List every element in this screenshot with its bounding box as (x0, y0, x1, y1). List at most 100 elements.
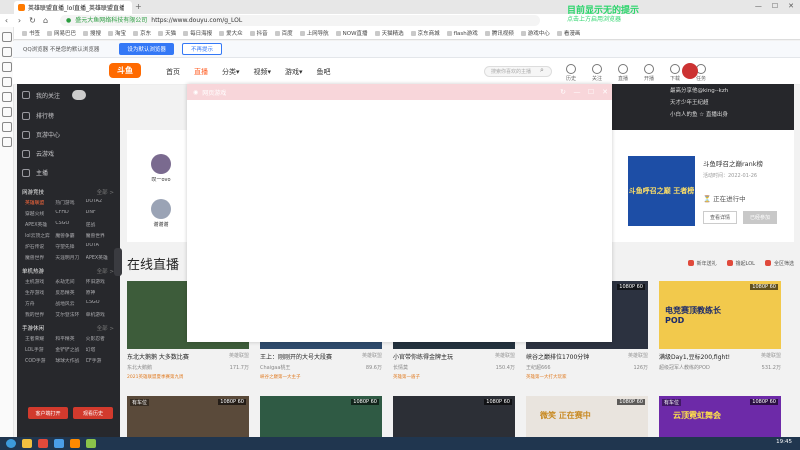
nav-item[interactable]: 分类▾ (222, 67, 240, 77)
game-link[interactable]: 怀旧游戏 (86, 278, 116, 285)
live-card[interactable]: 1080P 60 电竞赛顶教练长 POD 满级Day1,豆标200,fight! 英雄… (659, 281, 781, 374)
home-icon[interactable]: ⌂ (39, 14, 52, 27)
nav-item[interactable]: 鱼吧 (317, 67, 331, 77)
game-link[interactable]: 金铲铲之战 (55, 346, 85, 353)
watch-history-button[interactable]: 观看历史 (73, 407, 113, 419)
game-link[interactable]: DOTA (86, 243, 116, 250)
user-avatar[interactable] (682, 63, 698, 79)
modal-refresh-icon[interactable]: ↻ (556, 88, 570, 96)
sidebar-item[interactable]: 排行榜 (17, 106, 120, 125)
nav-item[interactable]: 视频▾ (254, 67, 272, 77)
favorites-icon[interactable] (1, 32, 12, 42)
nav-item[interactable]: 游戏▾ (285, 67, 303, 77)
start-icon[interactable] (6, 439, 16, 448)
notes-icon[interactable] (1, 77, 12, 87)
download-icon[interactable] (1, 62, 12, 72)
rank-item[interactable]: 天才少年王纪超 (612, 96, 794, 108)
game-link[interactable]: 我的世界 (25, 311, 55, 318)
game-link[interactable]: 艾尔登法环 (55, 311, 85, 318)
game-link[interactable]: 热门游戏 (55, 199, 85, 206)
game-link[interactable]: 反恐精英 (55, 289, 85, 296)
game-link[interactable]: 逆战 (86, 221, 116, 228)
streamer-avatar[interactable] (151, 154, 171, 174)
browser-icon[interactable] (54, 439, 64, 448)
game-link[interactable]: 单机游戏 (86, 311, 116, 318)
game-link[interactable]: 天涯明月刀 (55, 254, 85, 261)
filter-region[interactable]: 全区筛选 (764, 260, 794, 267)
header-icon-item[interactable]: 关注 (584, 64, 610, 82)
rank-item[interactable]: 小白人的鱼 ☆ 直播出身 (612, 108, 794, 120)
explorer-icon[interactable] (22, 439, 32, 448)
game-link[interactable]: 火影忍者 (86, 335, 116, 342)
modal-maximize-icon[interactable]: ☐ (584, 88, 598, 96)
game-link[interactable]: 穿越火线 (25, 210, 55, 217)
client-open-button[interactable]: 客户端打开 (28, 407, 68, 419)
maximize-icon[interactable]: ☐ (772, 2, 778, 10)
back-icon[interactable]: ‹ (0, 14, 13, 27)
game-link[interactable]: 守望先锋 (55, 243, 85, 250)
bookmark-item[interactable]: 游戏中心 (520, 29, 550, 37)
url-field[interactable]: ● 盛元大鱼网络科技有限公司 https://www.douyu.com/g_L… (60, 15, 540, 26)
my-follows[interactable]: 我的关注 (17, 84, 120, 106)
bookmark-item[interactable]: 抖音 (249, 29, 268, 37)
header-icon-item[interactable]: 直播 (610, 64, 636, 82)
bookmark-item[interactable]: 书签 (22, 29, 40, 37)
bookmark-item[interactable]: 京东商城 (410, 29, 440, 37)
view-details-button[interactable]: 查看详情 (703, 211, 738, 224)
douyu-taskbar-icon[interactable] (70, 439, 80, 448)
browser-tab[interactable]: 英雄联盟直播_lol直播_英雄联盟直播平台 (14, 1, 132, 14)
bookmark-item[interactable]: 每日海报 (183, 29, 212, 37)
game-link[interactable]: 生存游戏 (25, 289, 55, 296)
game-link[interactable]: 原神 (86, 289, 116, 296)
header-icon-item[interactable]: 开播 (636, 64, 662, 82)
sidebar-item[interactable]: 云游戏 (17, 144, 120, 163)
game-link[interactable]: LOL手游 (25, 346, 55, 353)
game-link[interactable]: APEX英雄 (25, 221, 55, 228)
plugin-icon[interactable] (1, 137, 12, 147)
new-tab-button[interactable]: + (135, 2, 142, 11)
stream-thumbnail[interactable]: 有车位 1080P 60 (127, 396, 249, 437)
game-link[interactable]: CF手游 (86, 357, 116, 364)
stream-thumbnail[interactable]: 有车位 1080P 60 云顶霓虹舞会 (659, 396, 781, 437)
sidebar-item[interactable]: 主播 (17, 163, 120, 182)
game-link[interactable]: 主机游戏 (25, 278, 55, 285)
dont-prompt-button[interactable]: 不再提示 (181, 43, 222, 55)
game-link[interactable]: 和平精英 (55, 335, 85, 342)
bookmark-item[interactable]: 天猫 (158, 29, 176, 37)
apps-icon[interactable] (1, 92, 12, 102)
bookmark-item[interactable]: 淘宝 (108, 29, 126, 37)
bookmark-item[interactable]: flash游戏 (446, 29, 478, 37)
stream-thumbnail[interactable]: 1080P 60 (393, 396, 515, 437)
douyu-logo[interactable]: 斗鱼 (109, 63, 141, 78)
app-icon[interactable] (86, 439, 96, 448)
game-link[interactable]: 魔兽争霸 (55, 232, 85, 239)
game-link[interactable]: 魔兽世界 (86, 232, 116, 239)
game-link[interactable]: 幻塔 (86, 346, 116, 353)
nav-item[interactable]: 直播 (194, 67, 208, 77)
filter-lol[interactable]: 撸起LOL (726, 260, 755, 267)
minimize-icon[interactable]: — (755, 2, 762, 10)
game-link[interactable]: DOTA2 (86, 199, 116, 206)
modal-close-icon[interactable]: ✕ (598, 88, 612, 96)
sidebar-item[interactable]: 页游中心 (17, 125, 120, 144)
game-link[interactable]: 方舟 (25, 300, 55, 307)
stream-thumbnail[interactable]: 1080P 60 电竞赛顶教练长 POD (659, 281, 781, 349)
refresh-icon[interactable]: ↻ (26, 14, 39, 27)
joined-button[interactable]: 已经参加 (743, 211, 778, 224)
history-icon[interactable] (1, 47, 12, 57)
game-link[interactable]: 永劫无间 (55, 278, 85, 285)
streamer-avatar[interactable] (151, 199, 171, 219)
game-link[interactable]: 炉石传说 (25, 243, 55, 250)
search-icon[interactable]: ⌕ (540, 66, 544, 75)
bookmark-item[interactable]: 腾讯视频 (484, 29, 514, 37)
bookmark-item[interactable]: 爱大众 (219, 29, 243, 37)
game-link[interactable]: CFHD (55, 210, 85, 217)
app-icon[interactable] (38, 439, 48, 448)
game-link[interactable]: APEX英雄 (86, 254, 116, 261)
game-link[interactable]: 魔兽世界 (25, 254, 55, 261)
set-default-button[interactable]: 设为默认浏览器 (119, 43, 174, 55)
game-link[interactable]: CSGO (86, 300, 116, 307)
forward-icon[interactable]: › (13, 14, 26, 27)
close-icon[interactable]: ✕ (788, 2, 794, 10)
game-link[interactable]: 王者荣耀 (25, 335, 55, 342)
